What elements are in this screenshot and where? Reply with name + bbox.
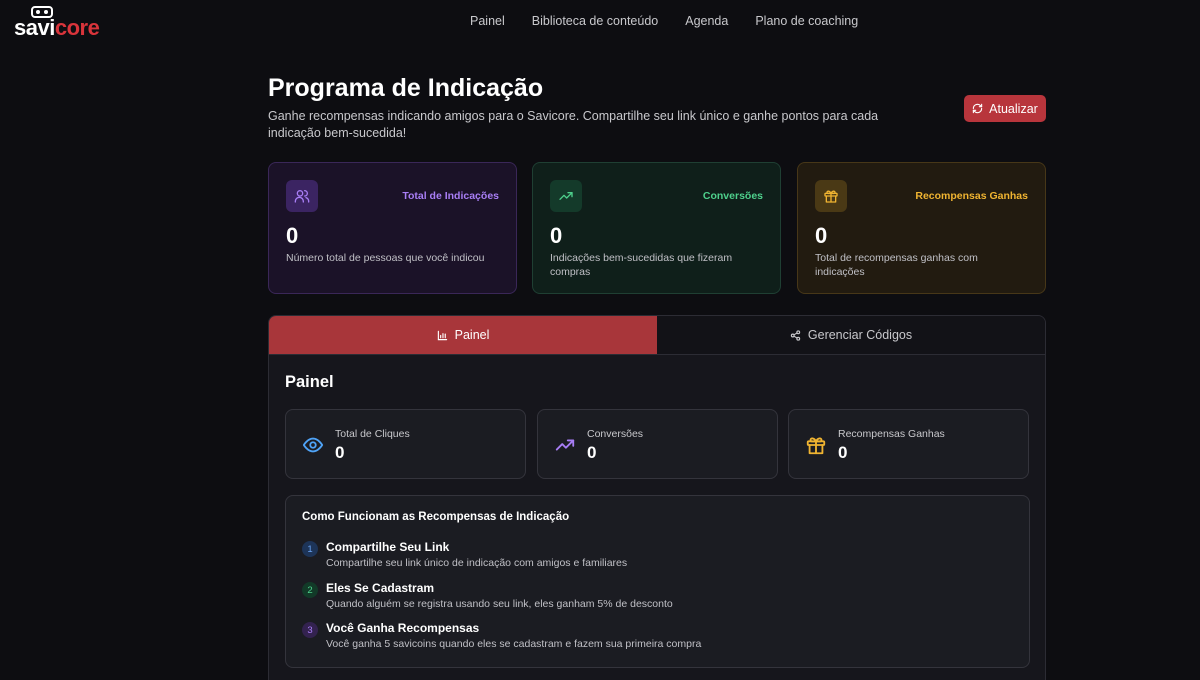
- nav-item-painel[interactable]: Painel: [470, 14, 505, 28]
- step-title: Eles Se Cadastram: [326, 581, 435, 595]
- metric-label: Total de Cliques: [335, 428, 410, 440]
- stat-value: 0: [286, 223, 299, 248]
- how-it-works-card: Como Funcionam as Recompensas de Indicaç…: [285, 495, 1030, 668]
- stat-value: 0: [815, 223, 828, 248]
- panel-title: Painel: [285, 373, 334, 391]
- users-icon: [294, 190, 310, 203]
- metric-card-recompensas: Recompensas Ganhas 0: [788, 409, 1029, 479]
- stat-description: Total de recompensas ganhas com indicaçõ…: [815, 252, 978, 278]
- referral-panel: Painel Gerenciar Códigos Painel Total de…: [268, 315, 1046, 680]
- metric-value: 0: [335, 443, 345, 462]
- nav-item-agenda[interactable]: Agenda: [685, 14, 728, 28]
- stat-card-recompensas: Recompensas Ganhas 0 Total de recompensa…: [797, 162, 1046, 294]
- step-description: Compartilhe seu link único de indicação …: [326, 557, 628, 569]
- step-title: Você Ganha Recompensas: [326, 621, 480, 635]
- metric-card-cliques: Total de Cliques 0: [285, 409, 526, 479]
- metric-value: 0: [838, 443, 848, 462]
- refresh-label: Atualizar: [989, 101, 1038, 116]
- page-title: Programa de Indicação: [268, 74, 544, 102]
- how-it-works-title: Como Funcionam as Recompensas de Indicaç…: [302, 511, 570, 523]
- logo-text-part1: savi: [14, 15, 55, 40]
- gift-icon: [806, 437, 826, 455]
- savicore-logo[interactable]: savicore: [14, 6, 106, 40]
- gift-icon: [824, 190, 838, 203]
- logo-text-part2: core: [54, 15, 100, 40]
- step-item: 2 Eles Se Cadastram Quando alguém se reg…: [302, 580, 1002, 610]
- bar-chart-icon: [437, 330, 447, 340]
- step-description: Quando alguém se registra usando seu lin…: [326, 598, 673, 610]
- nav-item-plano-coaching[interactable]: Plano de coaching: [755, 14, 858, 28]
- step-number-badge: 3: [302, 622, 318, 638]
- stat-card-total-indicacoes: Total de Indicações 0 Número total de pe…: [268, 162, 517, 294]
- stat-value: 0: [550, 223, 563, 248]
- step-item: 1 Compartilhe Seu Link Compartilhe seu l…: [302, 539, 1002, 569]
- share-icon: [790, 329, 801, 341]
- metric-label: Conversões: [587, 428, 644, 440]
- stat-label: Conversões: [702, 190, 763, 202]
- step-item: 3 Você Ganha Recompensas Você ganha 5 sa…: [302, 620, 1002, 650]
- metric-label: Recompensas Ganhas: [838, 428, 945, 440]
- metric-card-conversoes: Conversões 0: [537, 409, 778, 479]
- trending-up-icon: [555, 439, 575, 451]
- refresh-button[interactable]: Atualizar: [964, 95, 1046, 122]
- eye-icon: [302, 437, 324, 453]
- step-number-badge: 1: [302, 541, 318, 557]
- stat-description: Indicações bem-sucedidas que fizeram com…: [550, 252, 733, 278]
- step-number-badge: 2: [302, 582, 318, 598]
- stat-description: Número total de pessoas que você indicou: [286, 252, 485, 264]
- tab-label: Gerenciar Códigos: [807, 328, 913, 342]
- stat-card-conversoes: Conversões 0 Indicações bem-sucedidas qu…: [532, 162, 781, 294]
- step-title: Compartilhe Seu Link: [326, 540, 450, 554]
- page-subtitle: Ganhe recompensas indicando amigos para …: [268, 109, 879, 140]
- metric-value: 0: [587, 443, 597, 462]
- tab-label: Painel: [454, 328, 490, 342]
- top-nav: Painel Biblioteca de conteúdo Agenda Pla…: [470, 14, 858, 28]
- refresh-icon: [972, 103, 983, 114]
- tab-gerenciar-codigos[interactable]: Gerenciar Códigos: [657, 316, 1045, 354]
- trending-up-icon: [559, 192, 573, 200]
- nav-item-biblioteca[interactable]: Biblioteca de conteúdo: [532, 14, 658, 28]
- stat-label: Recompensas Ganhas: [915, 190, 1028, 202]
- tab-painel[interactable]: Painel: [269, 316, 657, 354]
- tab-bar: Painel Gerenciar Códigos: [269, 316, 1045, 355]
- stat-label: Total de Indicações: [402, 190, 499, 202]
- step-description: Você ganha 5 savicoins quando eles se ca…: [326, 638, 702, 650]
